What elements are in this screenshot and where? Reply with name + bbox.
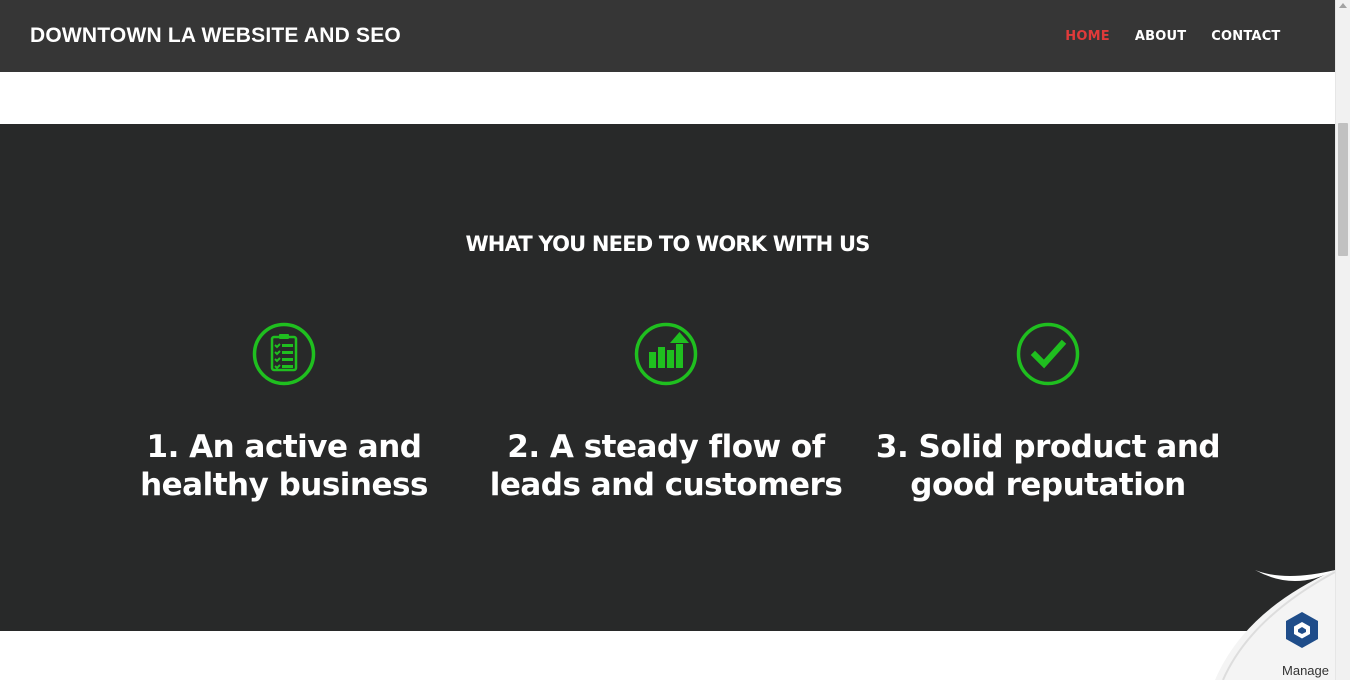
- clipboard-checklist-icon: [252, 322, 316, 386]
- nav-links: HOME ABOUT CONTACT: [1053, 29, 1305, 44]
- requirements-section: WHAT YOU NEED TO WORK WITH US 1. An acti…: [0, 124, 1335, 631]
- feature-heading-1: 1. An active and healthy business: [94, 428, 474, 504]
- nav-contact-link[interactable]: CONTACT: [1199, 29, 1293, 44]
- feature-1-line2: healthy business: [140, 467, 428, 503]
- feature-card-1: 1. An active and healthy business: [94, 322, 474, 504]
- manage-consent-widget[interactable]: Manage: [1215, 570, 1336, 680]
- feature-1-line1: 1. An active and: [146, 429, 422, 465]
- feature-2-line1: 2. A steady flow of: [507, 429, 825, 465]
- nav-about-link[interactable]: ABOUT: [1122, 29, 1198, 44]
- feature-heading-2: 2. A steady flow of leads and customers: [476, 428, 856, 504]
- feature-card-2: 2. A steady flow of leads and customers: [476, 322, 856, 504]
- section-title: WHAT YOU NEED TO WORK WITH US: [465, 232, 870, 256]
- site-brand[interactable]: DOWNTOWN LA WEBSITE AND SEO: [30, 24, 401, 48]
- feature-card-3: 3. Solid product and good reputation: [858, 322, 1238, 504]
- top-navbar: DOWNTOWN LA WEBSITE AND SEO HOME ABOUT C…: [0, 0, 1335, 72]
- vertical-scrollbar[interactable]: [1335, 0, 1350, 680]
- scroll-up-arrow-icon[interactable]: [1339, 3, 1347, 8]
- checkmark-icon: [1016, 322, 1080, 386]
- scroll-thumb[interactable]: [1338, 123, 1348, 256]
- nav-home-link[interactable]: HOME: [1053, 29, 1123, 44]
- feature-2-line2: leads and customers: [489, 467, 843, 503]
- feature-3-line1: 3. Solid product and: [875, 429, 1221, 465]
- growth-chart-icon: [634, 322, 698, 386]
- white-spacer: [0, 72, 1335, 124]
- bottom-white-area: [0, 631, 1335, 680]
- manage-label[interactable]: Manage: [1282, 663, 1329, 678]
- feature-heading-3: 3. Solid product and good reputation: [858, 428, 1238, 504]
- feature-3-line2: good reputation: [910, 467, 1186, 503]
